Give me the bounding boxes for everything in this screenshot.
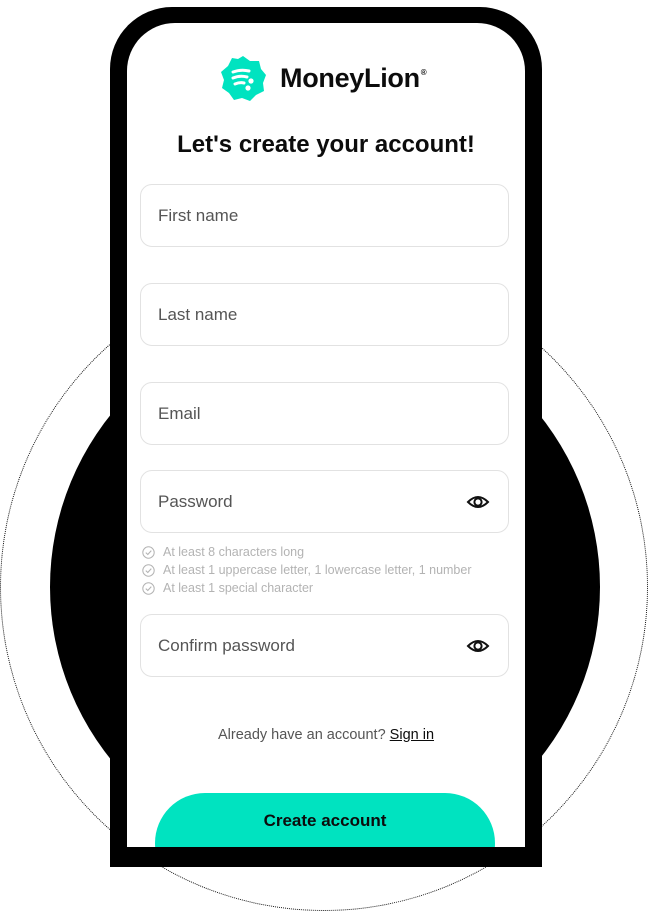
- email-input[interactable]: [158, 383, 458, 444]
- password-rule-text: At least 8 characters long: [163, 545, 305, 559]
- first-name-field[interactable]: [140, 184, 509, 247]
- confirm-password-field[interactable]: [140, 614, 509, 677]
- password-rules: At least 8 characters long At least 1 up…: [142, 543, 472, 597]
- password-field[interactable]: [140, 470, 509, 533]
- password-input[interactable]: [158, 471, 458, 532]
- moneylion-logo-icon: [221, 56, 266, 101]
- check-circle-icon: [142, 563, 155, 577]
- password-rule-item: At least 8 characters long: [142, 543, 472, 561]
- password-rule-item: At least 1 uppercase letter, 1 lowercase…: [142, 561, 472, 579]
- password-rule-text: At least 1 special character: [163, 581, 314, 595]
- registered-mark: ®: [420, 67, 427, 77]
- email-field[interactable]: [140, 382, 509, 445]
- brand-wordmark: MoneyLion®: [280, 62, 427, 93]
- brand-logo: MoneyLion®: [220, 55, 427, 101]
- password-rule-item: At least 1 special character: [142, 579, 472, 597]
- sign-in-link[interactable]: Sign in: [390, 727, 434, 743]
- confirm-password-input[interactable]: [158, 615, 458, 676]
- signin-prompt-text: Already have an account?: [217, 727, 386, 743]
- check-circle-icon: [142, 545, 155, 559]
- signin-prompt: Already have an account? Sign in: [127, 727, 525, 743]
- last-name-input[interactable]: [158, 284, 458, 345]
- page-title: Let's create your account!: [177, 131, 475, 158]
- phone-screen: MoneyLion® Let's create your account! At…: [127, 23, 525, 847]
- eye-icon[interactable]: [466, 635, 490, 657]
- password-rule-text: At least 1 uppercase letter, 1 lowercase…: [163, 563, 472, 577]
- eye-icon[interactable]: [466, 491, 490, 513]
- last-name-field[interactable]: [140, 283, 509, 346]
- first-name-input[interactable]: [158, 185, 458, 246]
- check-circle-icon: [142, 581, 155, 595]
- create-account-button[interactable]: Create account: [155, 793, 495, 847]
